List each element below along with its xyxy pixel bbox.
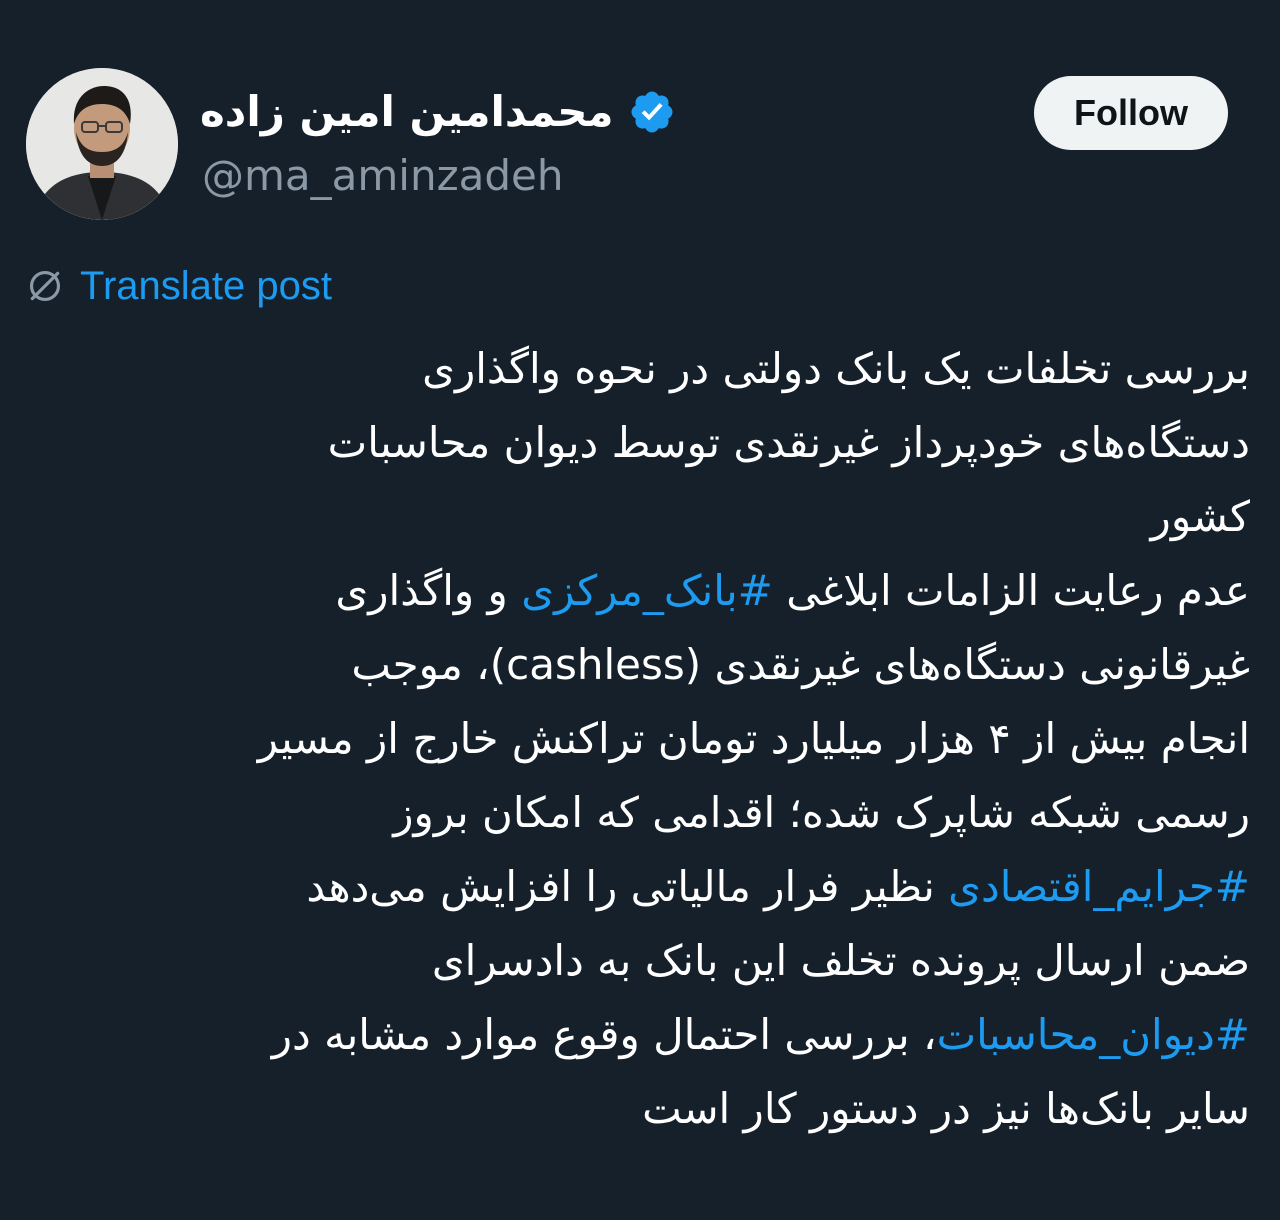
translate-post-link[interactable]: Translate post: [80, 264, 332, 309]
author-name-row: محمدامین امین زاده: [200, 82, 676, 142]
post-line: سایر بانک‌ها نیز در دستور کار است: [642, 1084, 1250, 1133]
author-display-name[interactable]: محمدامین امین زاده: [200, 82, 614, 142]
post-text-segment: نظیر فرار مالیاتی را افزایش می‌دهد: [306, 862, 949, 911]
post-text-segment: ، بررسی احتمال وقوع موارد مشابه در: [271, 1010, 937, 1059]
hashtag-economic-crimes[interactable]: #جرایم_اقتصادی: [948, 862, 1250, 911]
hashtag-central-bank[interactable]: #بانک_مرکزی: [521, 566, 773, 615]
author-handle[interactable]: @ma_aminzadeh: [202, 148, 564, 204]
post-line: #جرایم_اقتصادی نظیر فرار مالیاتی را افزا…: [30, 850, 1250, 924]
post-line: غیرقانونی دستگاه‌های غیرنقدی (cashless)،…: [351, 640, 1250, 689]
globe-icon: [29, 270, 61, 302]
post-line: عدم رعایت الزامات ابلاغی #بانک_مرکزی و و…: [30, 554, 1250, 628]
post-line: ضمن ارسال پرونده تخلف این بانک به دادسرا…: [431, 936, 1250, 985]
avatar-portrait-icon: [26, 68, 178, 220]
post-line: رسمی شبکه شاپرک شده؛ اقدامی که امکان برو…: [393, 788, 1250, 837]
translate-post-row[interactable]: Translate post: [26, 258, 332, 314]
post-text: بررسی تخلفات یک بانک دولتی در نحوه واگذا…: [30, 332, 1250, 1146]
post-line: بررسی تخلفات یک بانک دولتی در نحوه واگذا…: [422, 344, 1250, 393]
post-line: انجام بیش از ۴ هزار میلیارد تومان تراکنش…: [257, 714, 1250, 763]
tweet-card: محمدامین امین زاده @ma_aminzadeh Follow …: [0, 0, 1280, 1220]
verified-badge-icon: [631, 91, 673, 133]
post-line: دستگاه‌های خودپرداز غیرنقدی توسط دیوان م…: [327, 418, 1250, 467]
post-text-segment: و واگذاری: [335, 566, 522, 615]
avatar[interactable]: [26, 68, 178, 220]
follow-button[interactable]: Follow: [1034, 76, 1228, 150]
post-text-segment: عدم رعایت الزامات ابلاغی: [772, 566, 1250, 615]
post-line: کشور: [1150, 492, 1250, 541]
hashtag-court-of-audit[interactable]: #دیوان_محاسبات: [937, 1010, 1250, 1059]
post-line: #دیوان_محاسبات، بررسی احتمال وقوع موارد …: [30, 998, 1250, 1072]
